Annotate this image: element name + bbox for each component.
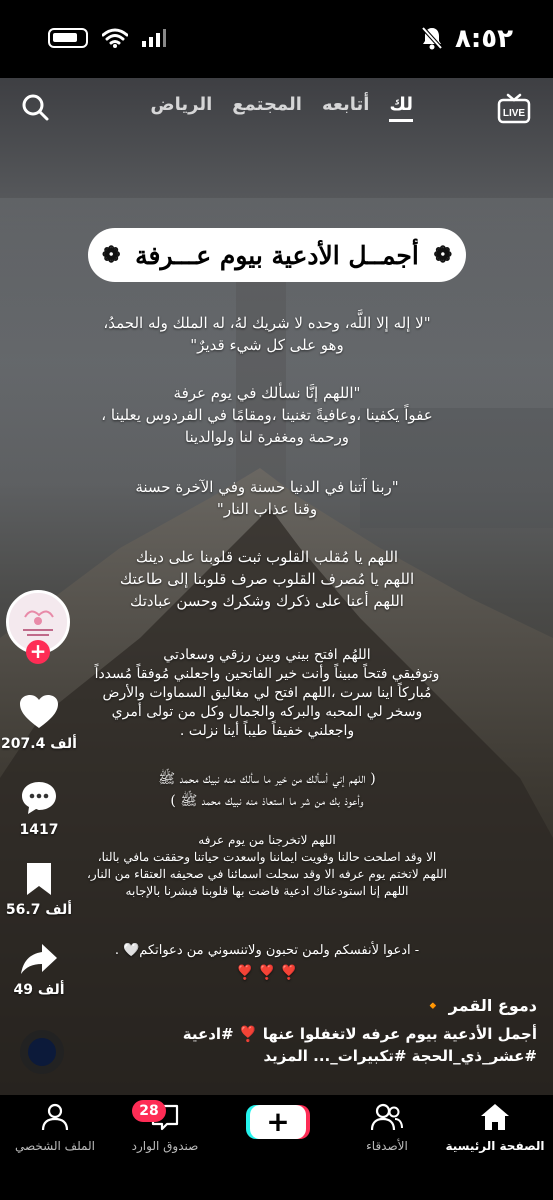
ornament-icon: ❁ [433,242,452,268]
dua-line: اللهم إنا استودعناك ادعية فاضت بها قلوبن… [125,884,409,898]
dua-block: ( اللهم إني أسألك من خير ما سألك منه نبي… [77,768,457,812]
dua-line: واجعلني خفيفاً طيباً أينا نزلت . [179,723,355,739]
nav-friends[interactable]: الأصدقاء [332,1103,442,1153]
dua-line: ( اللهم إني أسألك من خير ما سألك منه نبي… [158,771,376,787]
tab-community[interactable]: المجتمع [232,94,302,122]
dua-line: مُباركاً اينا سرت ،اللهم افتح لي مغاليق … [102,685,432,701]
battery-icon [48,28,88,48]
svg-text:LIVE: LIVE [503,108,526,119]
dua-line: "لا إله إلا اللَّه، وحده لا شريك لهُ، له… [103,314,431,332]
dua-block: - ادعوا لأنفسكم ولمن تحبون ولاتنسوني من … [77,940,457,984]
nav-home-label: الصفحة الرئيسية [445,1139,545,1153]
nav-profile[interactable]: الملف الشخصي [0,1103,110,1153]
dua-line: وهو على كل شيء قديرٌ" [190,336,344,354]
live-button[interactable]: LIVE [497,92,531,130]
dua-block: اللهم يا مُقلب القلوب ثبت قلوبنا على دين… [77,546,457,612]
dua-line: اللهم يا مُصرف القلوب صرف قلوبنا إلى طاع… [119,570,415,588]
dua-block: اللهُم افتح بيني وبين رزقي وسعادتي وتوفي… [77,646,457,741]
status-icons [48,28,166,48]
comment-count: 1417 [19,822,59,838]
follow-button[interactable]: + [26,640,50,664]
comment-icon [22,782,56,814]
top-navigation: LIVE الرياض المجتمع أتابعه لك [0,88,553,128]
dua-line: عفواً يكفينا ،وعافيةً تغنينا ،ومقامًا في… [101,406,433,424]
dua-line: - ادعوا لأنفسكم ولمن تحبون ولاتنسوني من … [114,943,420,958]
create-button[interactable]: + [250,1105,306,1139]
video-title-box: ❁ أجمــل الأدعية بيوم عـــرفة ❁ [88,228,466,282]
dua-line: وتوفيقي فتحاً مبيناً وأنت خير الفاتحين و… [94,666,440,682]
dua-block: "لا إله إلا اللَّه، وحده لا شريك لهُ، له… [77,312,457,356]
ornament-icon: ❁ [102,242,121,268]
search-button[interactable] [20,92,50,126]
nav-home[interactable]: الصفحة الرئيسية [440,1103,550,1153]
save-action[interactable]: 56.7 ألف [0,862,78,918]
dua-line: وأعوذ بك من شر ما استعاذ منه نبيك محمد ﷺ… [170,793,364,809]
bookmark-icon [27,863,51,895]
like-action[interactable]: 207.4 ألف [0,694,78,752]
dua-block: "ربنا آتنا في الدنيا حسنة وفي الآخرة حسن… [77,476,457,520]
profile-icon [41,1103,69,1131]
dua-line: الا وقد اصلحت حالنا وقويت ايماننا واسعدت… [97,850,437,864]
tab-for-you[interactable]: لك [389,94,413,122]
share-action[interactable]: 49 ألف [0,942,78,998]
tab-riyadh[interactable]: الرياض [150,94,212,122]
dua-line: "اللهم إنَّا نسألك في يوم عرفة [173,384,361,402]
share-arrow-icon [21,944,57,974]
wifi-icon [102,28,128,48]
search-icon [22,94,49,121]
dua-block: اللهم لاتخرجنا من يوم عرفه الا وقد اصلحت… [77,832,457,900]
inbox-badge: 28 [132,1100,166,1122]
dua-line: وسخر لي المحبه والبركه والجمال وكل من تو… [111,704,423,720]
feed-tabs: الرياض المجتمع أتابعه لك [150,94,413,122]
bottom-navigation: الصفحة الرئيسية الأصدقاء + صندوق الوارد … [0,1095,553,1200]
dua-line: ❣️ ❣️ ❣️ [236,965,298,981]
nav-friends-label: الأصدقاء [366,1139,408,1153]
dua-line: وقنا عذاب النار" [216,500,318,518]
heart-icon [20,695,58,728]
dua-line: ورحمة ومغفرة لنا ولوالدينا [184,428,350,446]
dua-line: اللهم يا مُقلب القلوب ثبت قلوبنا على دين… [135,548,399,566]
friends-icon [370,1103,403,1131]
dua-block: "اللهم إنَّا نسألك في يوم عرفة عفواً يكف… [77,382,457,448]
like-count: 207.4 ألف [1,736,77,752]
signal-icon [142,29,166,47]
dua-line: اللهم أعنا على ذكرك وشكرك وحسن عبادتك [130,592,404,610]
home-icon [481,1104,509,1130]
status-bar: ٨:٥٢ [0,0,553,78]
tab-following[interactable]: أتابعه [322,94,370,122]
video-caption: دموع القمر 🔸 أجمل الأدعية بيوم عرفه لاتغ… [17,996,537,1067]
mute-bell-icon [421,26,443,50]
dua-line: اللهم لاتختم يوم عرفه الا وقد سجلت اسمائ… [87,867,447,881]
creator-name[interactable]: دموع القمر 🔸 [17,996,537,1015]
live-icon: LIVE [497,93,531,124]
video-title: أجمــل الأدعية بيوم عـــرفة [135,240,419,270]
comment-action[interactable]: 1417 [0,780,78,838]
status-time: ٨:٥٢ [454,24,513,54]
caption-line[interactable]: أجمل الأدعية بيوم عرفه لاتغفلوا عنها ❣️ … [17,1023,537,1045]
caption-line[interactable]: #عشر_ذي_الحجة #تكبيرات_... المزيد [17,1045,537,1067]
nav-profile-label: الملف الشخصي [15,1139,95,1153]
dua-line: اللهم لاتخرجنا من يوم عرفه [198,833,336,847]
save-count: 56.7 ألف [5,902,73,918]
dua-line: "ربنا آتنا في الدنيا حسنة وفي الآخرة حسن… [135,478,399,496]
dua-line: اللهُم افتح بيني وبين رزقي وسعادتي [163,647,371,663]
nav-inbox-label: صندوق الوارد [131,1139,199,1153]
